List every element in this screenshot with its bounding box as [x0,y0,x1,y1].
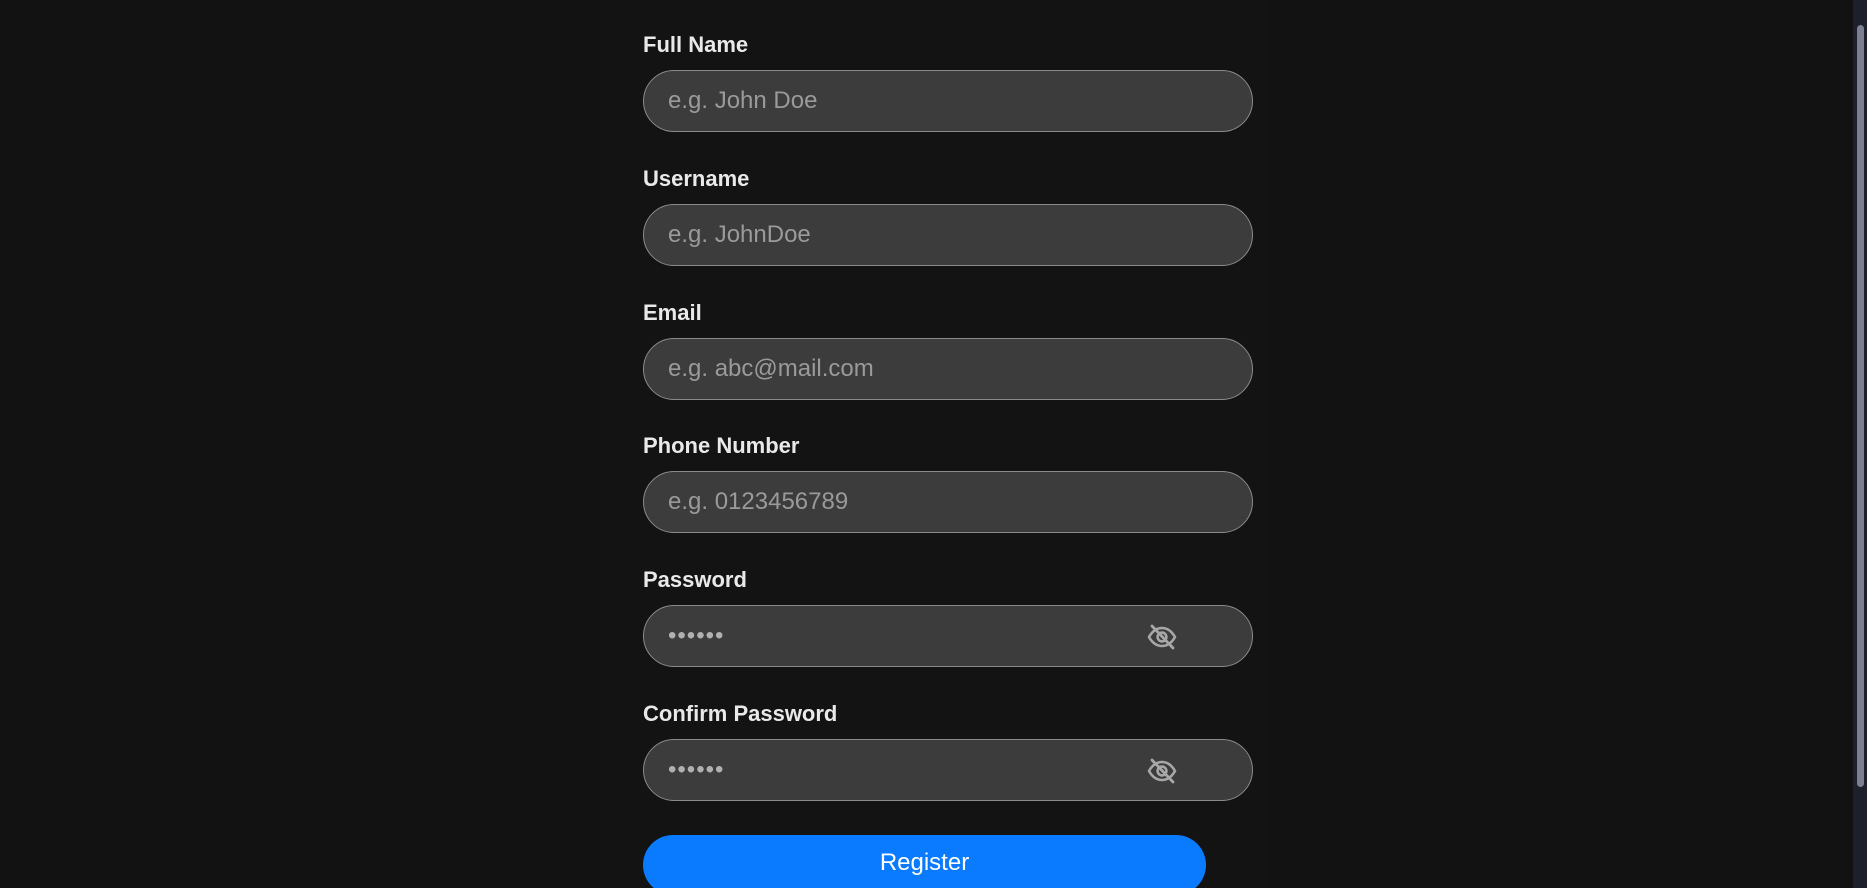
registration-page: Full Name Username Email Phone Number Pa… [0,0,1867,888]
email-input[interactable] [644,339,1252,399]
full-name-input[interactable] [644,71,1252,131]
register-button[interactable]: Register [643,835,1206,888]
username-input[interactable] [644,205,1252,265]
phone-number-input[interactable] [644,472,1252,532]
full-name-field-wrapper [643,70,1253,132]
email-field-wrapper [643,338,1253,400]
phone-number-field-wrapper [643,471,1253,533]
username-label: Username [643,166,750,191]
eye-slash-icon[interactable] [1146,755,1178,787]
password-label: Password [643,567,747,592]
full-name-label: Full Name [643,32,749,57]
email-label: Email [643,300,702,325]
phone-number-label: Phone Number [643,433,800,458]
scrollbar-thumb[interactable] [1857,25,1864,787]
scrollbar-track[interactable] [1853,0,1867,888]
password-field-wrapper [643,605,1253,667]
confirm-password-label: Confirm Password [643,701,838,726]
eye-slash-icon[interactable] [1146,621,1178,653]
username-field-wrapper [643,204,1253,266]
confirm-password-field-wrapper [643,739,1253,801]
